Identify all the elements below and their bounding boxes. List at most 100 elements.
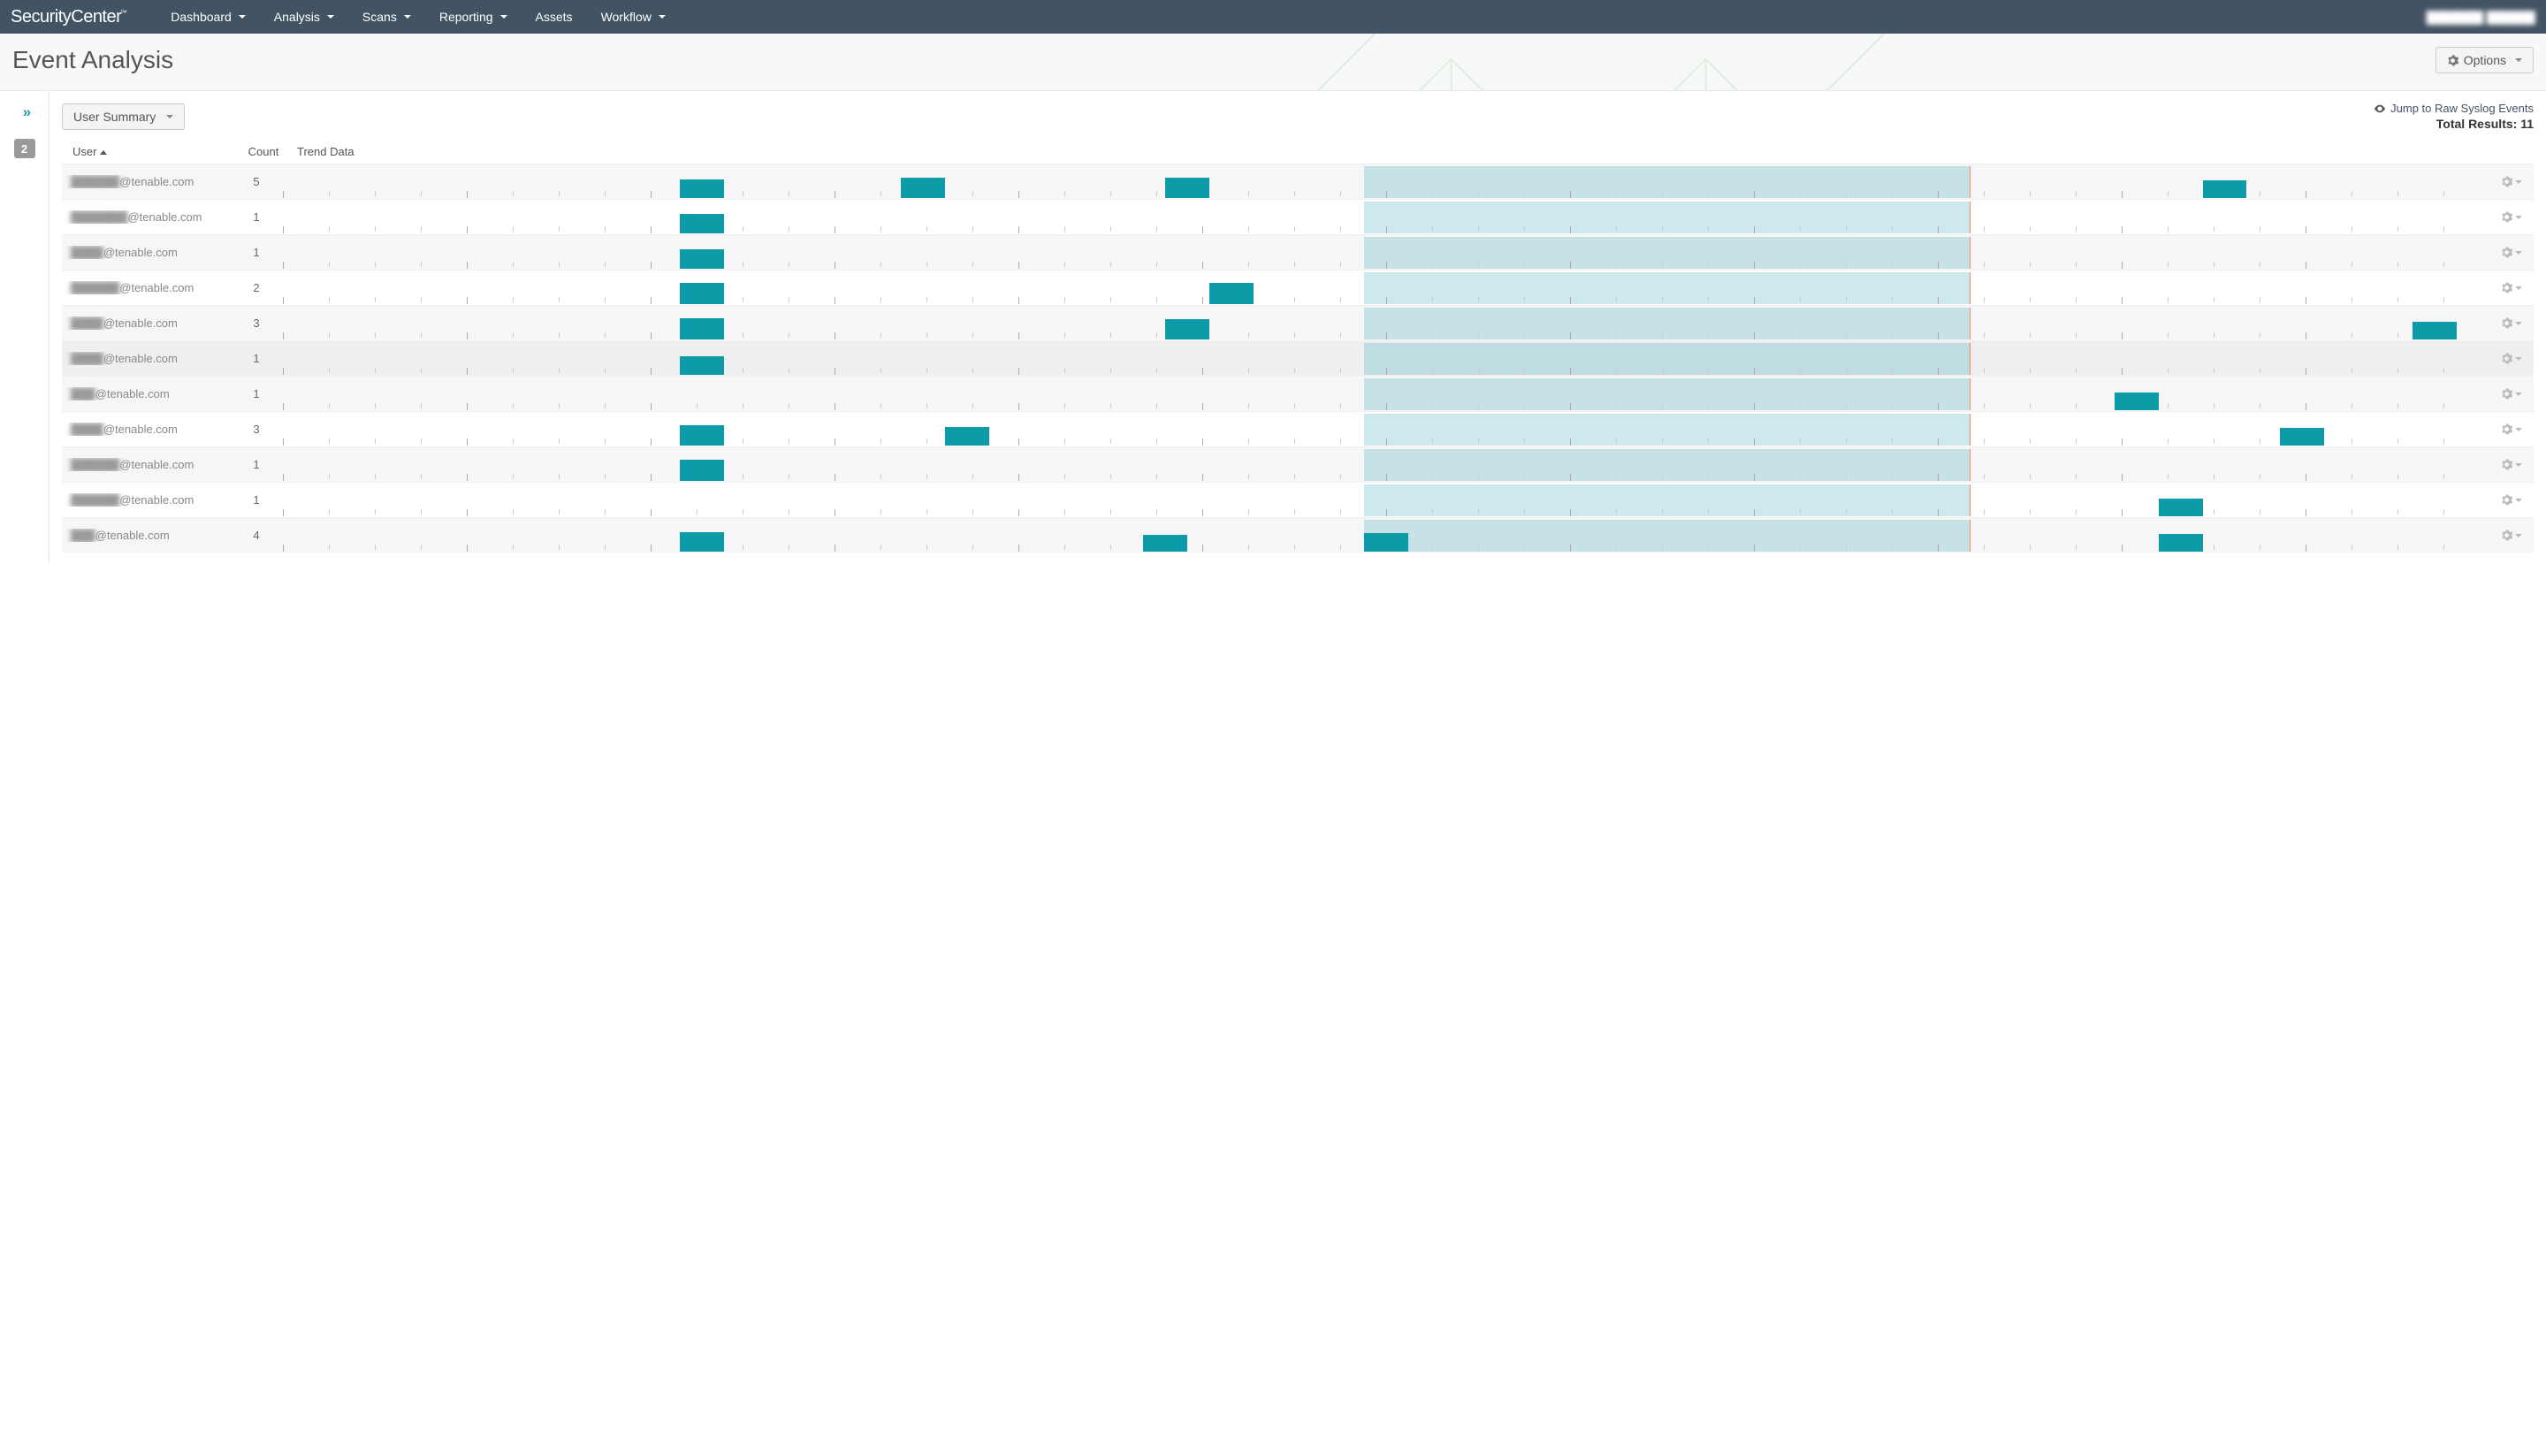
brand-logo[interactable]: SecurityCenter™ <box>11 7 121 27</box>
count-cell: 3 <box>230 423 283 436</box>
table-row[interactable]: ████@tenable.com1 <box>62 234 2534 270</box>
gear-icon <box>2501 388 2512 400</box>
row-actions[interactable] <box>2489 247 2534 258</box>
count-cell: 2 <box>230 281 283 294</box>
trend-sparkline <box>283 308 2489 339</box>
count-cell: 1 <box>230 352 283 365</box>
row-actions[interactable] <box>2489 388 2534 400</box>
row-actions[interactable] <box>2489 530 2534 541</box>
header-decor <box>1273 34 2291 91</box>
gear-icon <box>2501 211 2512 223</box>
options-button[interactable]: Options <box>2435 47 2534 73</box>
event-bar <box>2280 428 2324 446</box>
event-bar <box>1165 178 1209 197</box>
table-row[interactable]: ██████@tenable.com2 <box>62 270 2534 305</box>
trend-sparkline <box>283 414 2489 446</box>
results-grid: User Count Trend Data ██████@tenable.com… <box>62 140 2534 553</box>
event-bar <box>2159 534 2203 552</box>
table-row[interactable]: ████@tenable.com3 <box>62 305 2534 340</box>
gear-icon <box>2501 353 2512 364</box>
table-row[interactable]: ██████@tenable.com1 <box>62 446 2534 482</box>
event-bar <box>2159 499 2203 516</box>
event-bar <box>901 178 945 197</box>
chevron-down-icon <box>2515 322 2522 325</box>
options-label: Options <box>2464 53 2506 67</box>
table-row[interactable]: ███@tenable.com1 <box>62 376 2534 411</box>
event-bar <box>1209 283 1254 304</box>
brand-label: SecurityCenter <box>11 7 121 27</box>
chevron-down-icon <box>2515 357 2522 361</box>
view-selector[interactable]: User Summary <box>62 103 185 130</box>
trend-sparkline <box>283 237 2489 269</box>
user-cell: ███@tenable.com <box>62 387 230 400</box>
user-cell: ██████@tenable.com <box>62 458 230 471</box>
chevron-down-icon <box>2515 534 2522 537</box>
count-cell: 1 <box>230 458 283 471</box>
grid-body: ██████@tenable.com5███████@tenable.com1█… <box>62 164 2534 553</box>
count-cell: 4 <box>230 529 283 542</box>
nav-item-reporting[interactable]: Reporting <box>425 1 522 33</box>
trend-sparkline <box>283 484 2489 516</box>
row-actions[interactable] <box>2489 353 2534 364</box>
filter-count-badge[interactable]: 2 <box>14 139 35 158</box>
row-actions[interactable] <box>2489 176 2534 187</box>
row-actions[interactable] <box>2489 211 2534 223</box>
navbar-user[interactable]: ███████ ██████ <box>2427 11 2535 24</box>
user-cell: ████@tenable.com <box>62 423 230 436</box>
trademark-icon: ™ <box>120 9 127 17</box>
page-header: Event Analysis Options <box>0 34 2546 91</box>
row-actions[interactable] <box>2489 423 2534 435</box>
user-cell: ███@tenable.com <box>62 529 230 542</box>
user-cell: ████@tenable.com <box>62 316 230 330</box>
row-actions[interactable] <box>2489 459 2534 470</box>
table-row[interactable]: ██████@tenable.com1 <box>62 482 2534 517</box>
event-bar <box>2115 393 2159 410</box>
view-selector-label: User Summary <box>73 110 156 124</box>
top-navbar: SecurityCenter™ DashboardAnalysisScansRe… <box>0 0 2546 34</box>
event-bar <box>945 427 989 446</box>
event-bar <box>1143 535 1187 551</box>
filter-sidebar: » 2 <box>0 91 50 563</box>
chevron-down-icon <box>2515 463 2522 467</box>
chevron-down-icon <box>2515 286 2522 290</box>
column-header-count[interactable]: Count <box>237 145 290 158</box>
nav-item-assets[interactable]: Assets <box>522 1 587 33</box>
expand-sidebar-icon[interactable]: » <box>23 103 26 121</box>
user-cell: ██████@tenable.com <box>62 493 230 507</box>
eye-icon <box>2374 103 2386 115</box>
count-cell: 1 <box>230 387 283 400</box>
page-title: Event Analysis <box>12 46 173 74</box>
jump-link-label: Jump to Raw Syslog Events <box>2390 102 2534 115</box>
jump-to-raw-link[interactable]: Jump to Raw Syslog Events <box>2374 102 2534 115</box>
trend-sparkline <box>283 520 2489 552</box>
table-row[interactable]: ████@tenable.com1 <box>62 340 2534 376</box>
gear-icon <box>2501 530 2512 541</box>
trend-sparkline <box>283 378 2489 410</box>
nav-item-analysis[interactable]: Analysis <box>260 1 348 33</box>
count-cell: 3 <box>230 316 283 330</box>
nav-item-workflow[interactable]: Workflow <box>587 1 680 33</box>
row-actions[interactable] <box>2489 317 2534 329</box>
nav-item-dashboard[interactable]: Dashboard <box>156 1 260 33</box>
table-row[interactable]: ███████@tenable.com1 <box>62 199 2534 234</box>
row-actions[interactable] <box>2489 494 2534 506</box>
gear-icon <box>2501 423 2512 435</box>
table-row[interactable]: ████@tenable.com3 <box>62 411 2534 446</box>
column-header-user[interactable]: User <box>69 145 237 158</box>
table-row[interactable]: ██████@tenable.com5 <box>62 164 2534 199</box>
gear-icon <box>2501 459 2512 470</box>
event-bar <box>680 283 724 304</box>
nav-item-scans[interactable]: Scans <box>348 1 425 33</box>
chevron-down-icon <box>2515 180 2522 184</box>
chevron-down-icon <box>2515 393 2522 396</box>
event-bar <box>680 425 724 446</box>
main-area: » 2 User Summary Jump to Raw Syslog Even… <box>0 91 2546 563</box>
table-row[interactable]: ███@tenable.com4 <box>62 517 2534 553</box>
gear-icon <box>2501 317 2512 329</box>
event-bar <box>1364 533 1408 551</box>
chevron-down-icon <box>2515 251 2522 255</box>
row-actions[interactable] <box>2489 282 2534 293</box>
sort-asc-icon <box>100 150 107 155</box>
column-header-trend[interactable]: Trend Data <box>290 145 2482 158</box>
event-bar <box>680 179 724 197</box>
